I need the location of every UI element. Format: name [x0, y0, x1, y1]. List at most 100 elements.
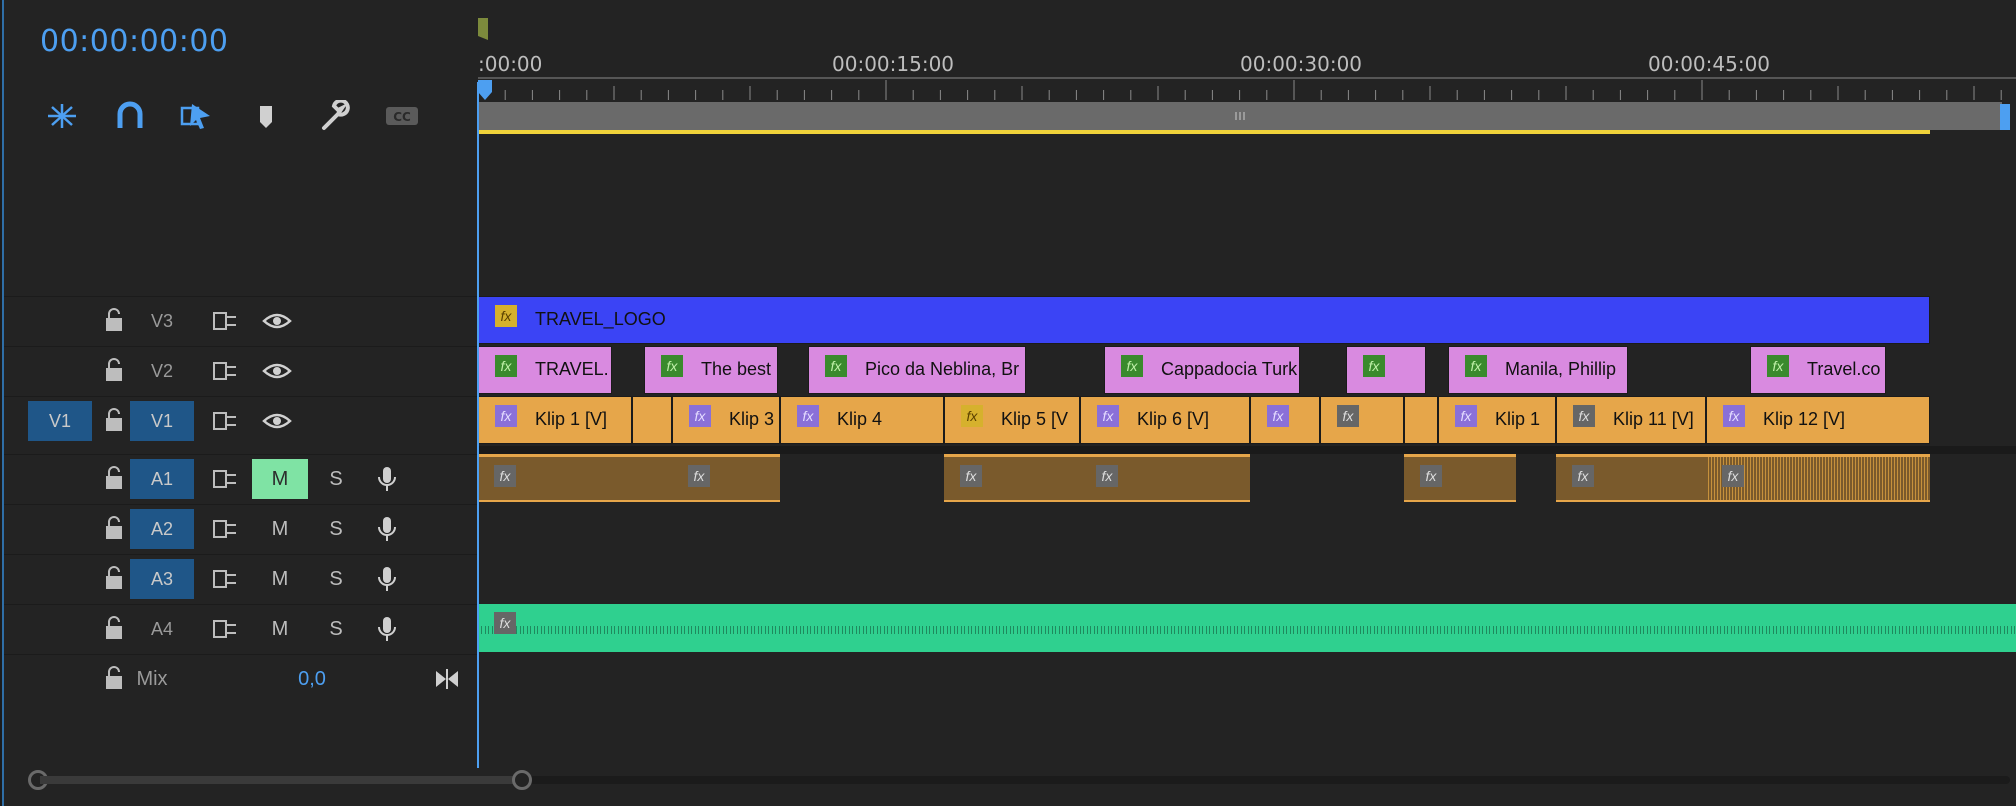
- audio-clip-a1[interactable]: fx: [478, 454, 632, 502]
- clip-v1[interactable]: [1404, 396, 1438, 444]
- track-label-a1[interactable]: A1: [130, 459, 194, 499]
- mix-volume-value[interactable]: 0,0: [280, 659, 344, 699]
- clip-v1[interactable]: fx Klip 3: [672, 396, 780, 444]
- track-header-a4: A4 M S: [4, 604, 478, 652]
- clip-v2[interactable]: fx Manila, Phillip: [1448, 346, 1628, 394]
- sync-lock-icon[interactable]: [210, 407, 240, 435]
- clip-v2[interactable]: fx Pico da Neblina, Br: [808, 346, 1026, 394]
- fx-badge: fx: [1573, 405, 1595, 427]
- source-patch-v1[interactable]: V1: [28, 401, 92, 441]
- scroll-handle-right[interactable]: [512, 770, 532, 790]
- clip-v1[interactable]: fx: [1320, 396, 1404, 444]
- lock-icon[interactable]: [104, 515, 124, 541]
- eye-icon[interactable]: [262, 407, 292, 435]
- audio-clip-a1[interactable]: fx: [944, 454, 1080, 502]
- clip-v1[interactable]: [632, 396, 672, 444]
- ruler-label: 00:00:45:00: [1648, 52, 1771, 76]
- clip-name: Klip 1: [1495, 409, 1541, 429]
- sync-lock-icon[interactable]: [210, 465, 240, 493]
- fx-badge: fx: [1572, 465, 1594, 487]
- fx-badge: fx: [825, 355, 847, 377]
- audio-clip-a1[interactable]: fx: [1706, 454, 1930, 502]
- microphone-icon[interactable]: [372, 615, 402, 643]
- track-label-a2[interactable]: A2: [130, 509, 194, 549]
- settings-wrench-icon[interactable]: [314, 98, 354, 132]
- sync-lock-icon[interactable]: [210, 515, 240, 543]
- audio-clip-a1[interactable]: fx: [1404, 454, 1516, 502]
- audio-clip-a4[interactable]: fx: [478, 604, 2016, 652]
- fx-badge: fx: [1267, 405, 1289, 427]
- playhead[interactable]: [477, 82, 479, 768]
- clip-v1[interactable]: fx Klip 4: [780, 396, 944, 444]
- clip-v1[interactable]: fx Klip 12 [V]: [1706, 396, 1930, 444]
- solo-button-a2[interactable]: S: [308, 509, 364, 549]
- microphone-icon[interactable]: [372, 565, 402, 593]
- sync-lock-icon[interactable]: [210, 565, 240, 593]
- captions-icon[interactable]: CC: [382, 100, 422, 132]
- microphone-icon[interactable]: [372, 465, 402, 493]
- fx-badge: fx: [1097, 405, 1119, 427]
- playhead-timecode[interactable]: 00:00:00:00: [40, 24, 229, 59]
- lock-icon[interactable]: [104, 357, 124, 383]
- fx-badge: fx: [960, 465, 982, 487]
- sync-lock-icon[interactable]: [210, 307, 240, 335]
- solo-button-a3[interactable]: S: [308, 559, 364, 599]
- audio-clip-a1[interactable]: fx: [1080, 454, 1250, 502]
- audio-clip-a1[interactable]: [632, 454, 672, 502]
- scroll-thumb[interactable]: [40, 776, 524, 784]
- track-label-v2[interactable]: V2: [130, 351, 194, 391]
- lock-icon[interactable]: [104, 465, 124, 491]
- eye-icon[interactable]: [262, 307, 292, 335]
- timeline-tracks[interactable]: fx TRAVEL_LOGO fx TRAVEL. fx The best fx Pi…: [478, 140, 2016, 766]
- clip-v1[interactable]: fx Klip 1: [1438, 396, 1556, 444]
- track-label-a3[interactable]: A3: [130, 559, 194, 599]
- sync-lock-icon[interactable]: [210, 615, 240, 643]
- lock-icon[interactable]: [104, 615, 124, 641]
- solo-button-a1[interactable]: S: [308, 459, 364, 499]
- clip-name: Cappadocia Turk: [1161, 359, 1298, 379]
- track-label-v3[interactable]: V3: [130, 301, 194, 341]
- mute-button-a1[interactable]: M: [252, 459, 308, 499]
- clip-v2[interactable]: fx Travel.co: [1750, 346, 1886, 394]
- fx-badge: fx: [1363, 355, 1385, 377]
- solo-button-a4[interactable]: S: [308, 609, 364, 649]
- collapse-arrows-icon[interactable]: [432, 665, 462, 693]
- track-label-a4[interactable]: A4: [130, 609, 194, 649]
- clip-v1[interactable]: fx: [1250, 396, 1320, 444]
- audio-clip-a1[interactable]: fx: [672, 454, 780, 502]
- clip-name: Manila, Phillip: [1505, 359, 1617, 379]
- clip-v1[interactable]: fx Klip 6 [V]: [1080, 396, 1250, 444]
- lock-icon[interactable]: [104, 407, 124, 433]
- fx-badge: fx: [1722, 465, 1744, 487]
- clip-v2[interactable]: fx The best: [644, 346, 778, 394]
- clip-v2[interactable]: fx: [1346, 346, 1426, 394]
- horizontal-scrollbar[interactable]: [28, 770, 2014, 790]
- track-header-v3: V3: [4, 296, 478, 344]
- track-label-v1[interactable]: V1: [130, 401, 194, 441]
- snap-icon[interactable]: [110, 100, 150, 132]
- lock-icon[interactable]: [104, 565, 124, 591]
- clip-v2[interactable]: fx TRAVEL.: [478, 346, 612, 394]
- sync-lock-icon[interactable]: [210, 357, 240, 385]
- linked-selection-icon[interactable]: [178, 100, 218, 132]
- microphone-icon[interactable]: [372, 515, 402, 543]
- clip-v1[interactable]: fx Klip 1 [V]: [478, 396, 632, 444]
- eye-icon[interactable]: [262, 357, 292, 385]
- fx-badge: fx: [1723, 405, 1745, 427]
- track-header-a3: A3 M S: [4, 554, 478, 602]
- mute-button-a4[interactable]: M: [252, 609, 308, 649]
- lock-icon[interactable]: [104, 307, 124, 333]
- clip-v1[interactable]: fx Klip 11 [V]: [1556, 396, 1706, 444]
- add-marker-icon[interactable]: [246, 100, 286, 132]
- clip-v3[interactable]: fx TRAVEL_LOGO: [478, 296, 1930, 344]
- mute-button-a3[interactable]: M: [252, 559, 308, 599]
- ripple-icon[interactable]: [42, 100, 82, 132]
- time-ruler[interactable]: :00:00 00:00:15:00 00:00:30:00 00:00:45:…: [478, 0, 2016, 140]
- mute-button-a2[interactable]: M: [252, 509, 308, 549]
- fx-badge: fx: [961, 405, 983, 427]
- clip-v2[interactable]: fx Cappadocia Turk: [1104, 346, 1300, 394]
- clip-v1[interactable]: fx Klip 5 [V: [944, 396, 1080, 444]
- track-header-mix: Mix 0,0: [4, 654, 478, 702]
- clip-name: Klip 6 [V]: [1137, 409, 1210, 429]
- audio-clip-a1[interactable]: fx: [1556, 454, 1706, 502]
